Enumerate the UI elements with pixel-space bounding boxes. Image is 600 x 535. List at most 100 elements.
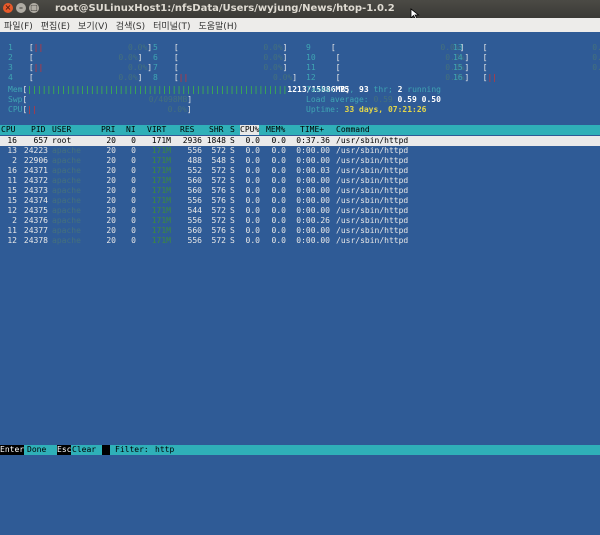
- cell-memp: 0.0: [271, 156, 286, 165]
- process-row[interactable]: 2 24376 apache 20 0 171M 556 572 S 0.0 0.0 0:00.26 /…: [0, 216, 600, 226]
- cell-cpu: 13: [7, 146, 17, 155]
- cell-cmd: /usr/sbin/httpd: [336, 136, 409, 145]
- menu-search[interactable]: 검색(S): [116, 19, 145, 32]
- cell-memp: 0.0: [271, 176, 286, 185]
- col-time[interactable]: TIME+: [300, 125, 324, 135]
- filter-input[interactable]: http: [155, 445, 174, 455]
- cell-cmd: /usr/sbin/httpd: [336, 166, 409, 175]
- col-pid[interactable]: PID: [31, 125, 45, 135]
- cell-res: 560: [187, 186, 202, 195]
- col-user[interactable]: USER: [52, 125, 71, 135]
- col-pri[interactable]: PRI: [101, 125, 115, 135]
- col-cpu-percent[interactable]: CPU%: [240, 125, 260, 135]
- cell-cmd: /usr/sbin/httpd: [336, 186, 409, 195]
- enter-key[interactable]: Enter: [0, 445, 25, 455]
- cell-virt: 171M: [151, 136, 171, 145]
- cell-shr: 572: [211, 216, 226, 225]
- process-row-selected[interactable]: 16 657 root 20 0 171M 2936 1848 S 0.0 0.0 0:37.36/u…: [0, 136, 600, 146]
- col-mem-percent[interactable]: MEM%: [266, 125, 285, 135]
- process-row[interactable]: 12 24378 apache 20 0 171M 556 572 S 0.0 0.0 0:00.00…: [0, 236, 600, 246]
- cell-pri: 20: [106, 186, 116, 195]
- cell-pri: 20: [106, 196, 116, 205]
- cell-cmd: /usr/sbin/httpd: [336, 206, 409, 215]
- cell-s: S: [230, 146, 235, 155]
- col-state[interactable]: S: [230, 125, 235, 135]
- cell-shr: 576: [211, 226, 226, 235]
- cell-shr: 572: [211, 146, 226, 155]
- cell-pri: 20: [106, 226, 116, 235]
- menu-file[interactable]: 파일(F): [4, 19, 33, 32]
- col-ni[interactable]: NI: [126, 125, 136, 135]
- mem-meter: Mem[||||||||||||||||||||||||||||||||||||…: [8, 85, 350, 94]
- cell-cpup: 0.0: [245, 196, 260, 205]
- cpu-meter: 13[0.0%]: [453, 43, 600, 52]
- cell-res: 552: [187, 166, 202, 175]
- cell-pri: 20: [106, 206, 116, 215]
- cpu-meter: 12[0.0%]: [306, 73, 470, 82]
- cell-virt: 171M: [151, 216, 171, 225]
- cell-res: 544: [187, 206, 202, 215]
- swp-meter: Swp[0/4098MB]: [8, 95, 193, 104]
- cell-res: 488: [187, 156, 202, 165]
- maximize-icon[interactable]: □: [29, 3, 39, 13]
- filter-label: Filter:: [115, 445, 149, 454]
- cell-user: apache: [52, 176, 81, 185]
- cpu-meter: 4[0.0%]: [8, 73, 143, 82]
- cell-memp: 0.0: [271, 146, 286, 155]
- cell-time: 0:00.00: [296, 196, 330, 205]
- col-command[interactable]: Command: [336, 125, 370, 135]
- cell-res: 556: [187, 146, 202, 155]
- cell-memp: 0.0: [271, 226, 286, 235]
- cell-res: 556: [187, 196, 202, 205]
- col-shr[interactable]: SHR: [209, 125, 223, 135]
- cell-ni: 0: [131, 226, 136, 235]
- col-virt[interactable]: VIRT: [147, 125, 166, 135]
- menu-help[interactable]: 도움말(H): [198, 19, 237, 32]
- window-title: root@SULinuxHost1:/nfsData/Users/wyjung/…: [55, 3, 395, 14]
- cell-cpu: 16: [7, 136, 17, 145]
- menu-terminal[interactable]: 터미널(T): [153, 19, 190, 32]
- cell-pid: 24378: [23, 236, 48, 245]
- cpu-meter: 6[0.0%]: [153, 53, 288, 62]
- cell-pid: 24376: [23, 216, 48, 225]
- cell-s: S: [230, 216, 235, 225]
- col-cpu[interactable]: CPU: [1, 125, 15, 135]
- terminal-area[interactable]: 1[||0.0%]5[0.0%] 9[0.0%]13[0.0%] 2[0.0%] 6[…: [0, 32, 600, 456]
- uptime-meter: Uptime: 33 days, 07:21:26: [306, 105, 427, 114]
- cell-cmd: /usr/sbin/httpd: [336, 196, 409, 205]
- process-row[interactable]: 13 24223 apache 20 0 171M 556 572 S 0.0 0.0 0:00.00…: [0, 146, 600, 156]
- process-row[interactable]: 11 24372 apache 20 0 171M 560 572 S 0.0 0.0 0:00.00…: [0, 176, 600, 186]
- cell-cmd: /usr/sbin/httpd: [336, 216, 409, 225]
- process-row[interactable]: 12 24375 apache 20 0 171M 544 572 S 0.0 0.0 0:00.00…: [0, 206, 600, 216]
- menu-view[interactable]: 보기(V): [78, 19, 108, 32]
- cell-memp: 0.0: [271, 206, 286, 215]
- terminal-window: × – □ root@SULinuxHost1:/nfsData/Users/w…: [0, 0, 600, 456]
- cell-time: 0:00.00: [296, 156, 330, 165]
- col-res[interactable]: RES: [180, 125, 194, 135]
- cell-virt: 171M: [151, 186, 171, 195]
- cell-cmd: /usr/sbin/httpd: [336, 176, 409, 185]
- title-bar[interactable]: × – □ root@SULinuxHost1:/nfsData/Users/w…: [0, 0, 600, 20]
- clear-action[interactable]: Clear: [72, 445, 96, 455]
- esc-key[interactable]: Esc: [57, 445, 72, 455]
- cell-pid: 24223: [23, 146, 48, 155]
- cell-res: 560: [187, 176, 202, 185]
- cell-cpu: 15: [7, 196, 17, 205]
- close-icon[interactable]: ×: [3, 3, 13, 13]
- process-row[interactable]: 15 24374 apache 20 0 171M 556 576 S 0.0 0.0 0:00.00…: [0, 196, 600, 206]
- cell-s: S: [230, 226, 235, 235]
- done-action[interactable]: Done: [27, 445, 46, 455]
- process-row[interactable]: 16 24371 apache 20 0 171M 552 572 S 0.0 0.0 0:00.03…: [0, 166, 600, 176]
- menu-edit[interactable]: 편집(E): [41, 19, 70, 32]
- cell-res: 556: [187, 236, 202, 245]
- process-row[interactable]: 11 24377 apache 20 0 171M 560 576 S 0.0 0.0 0:00.00…: [0, 226, 600, 236]
- process-row[interactable]: 2 22906 apache 20 0 171M 488 548 S 0.0 0.0 0:00.00 /…: [0, 156, 600, 166]
- minimize-icon[interactable]: –: [16, 3, 26, 13]
- cpu-meter: 8 [|| 0.0%]: [153, 73, 298, 82]
- menu-bar: 파일(F) 편집(E) 보기(V) 검색(S) 터미널(T) 도움말(H): [0, 18, 600, 32]
- cell-s: S: [230, 166, 235, 175]
- process-row[interactable]: 15 24373 apache 20 0 171M 560 576 S 0.0 0.0 0:00.00…: [0, 186, 600, 196]
- cell-pri: 20: [106, 146, 116, 155]
- cell-virt: 171M: [151, 196, 171, 205]
- cell-user: apache: [52, 206, 81, 215]
